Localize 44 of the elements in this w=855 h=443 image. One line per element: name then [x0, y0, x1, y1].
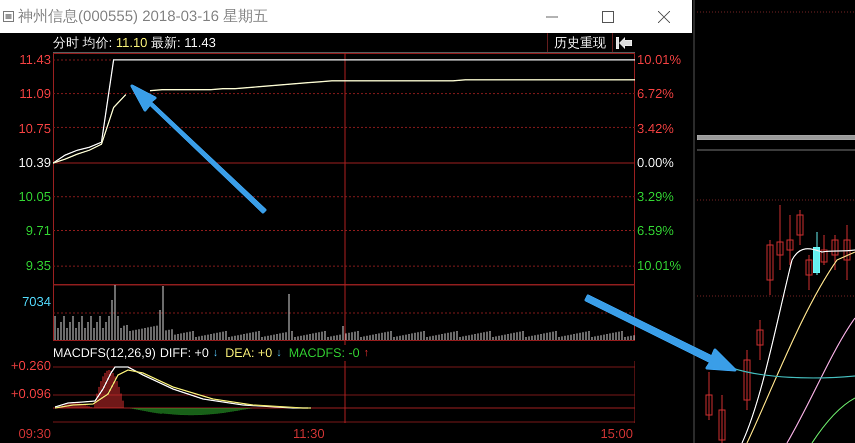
candlestick	[776, 204, 784, 270]
down-arrow-icon: ↓	[212, 347, 218, 359]
up-arrow-icon: ↑	[364, 347, 370, 359]
price-axis-label: 9.71	[26, 224, 51, 238]
price-axis-label: 9.35	[26, 258, 51, 273]
window-title: 神州信息(000555) 2018-03-16 星期五	[18, 7, 268, 26]
candlestick	[796, 210, 804, 246]
history-replay-button[interactable]: 历史重现	[547, 33, 613, 52]
percent-axis-label: 3.29%	[637, 190, 674, 204]
candlestick	[844, 224, 850, 280]
time-axis-label: 15:00	[600, 426, 633, 440]
candlestick	[766, 240, 774, 296]
percent-axis-label: 6.59%	[637, 224, 674, 238]
candlestick	[718, 394, 726, 443]
dea-value: DEA: +0	[225, 346, 272, 360]
time-axis-label: 09:30	[18, 426, 51, 440]
price-axis-label: 11.09	[19, 87, 51, 102]
percent-axis-label: 0.00%	[637, 156, 674, 170]
indicator-name: MACDFS(12,26,9)	[53, 346, 156, 360]
volume-axis-label: 7034	[22, 294, 52, 309]
time-axis-label: 11:30	[293, 426, 325, 440]
macd-axis-label: +0.096	[10, 386, 51, 401]
price-axis-label: 11.43	[19, 53, 51, 67]
percent-axis-label: 6.72%	[637, 87, 674, 102]
candlestick	[744, 350, 750, 410]
percent-axis-label: 10.01%	[637, 258, 682, 273]
diff-value: DIFF: +0	[160, 346, 209, 360]
candlestick	[832, 234, 838, 270]
close-icon	[658, 10, 670, 22]
percent-axis-label: 10.01%	[637, 53, 682, 67]
maximize-icon	[602, 10, 614, 22]
candlestick	[706, 372, 712, 420]
price-axis-label: 10.75	[18, 122, 51, 136]
candlestick	[756, 320, 764, 360]
skip-back-icon[interactable]	[616, 36, 632, 50]
macd-axis-label: +0.260	[10, 358, 51, 373]
down-arrow-icon: ↓	[276, 347, 282, 359]
quote-summary: 分时 均价: 11.10 最新: 11.43	[53, 34, 216, 52]
macdfs-value: MACDFS: -0	[288, 346, 360, 360]
candlestick	[786, 214, 794, 266]
app-icon	[3, 11, 14, 22]
price-axis-label: 10.05	[18, 190, 51, 204]
price-axis-label: 10.39	[18, 156, 51, 170]
percent-axis-label: 3.42%	[637, 122, 674, 136]
